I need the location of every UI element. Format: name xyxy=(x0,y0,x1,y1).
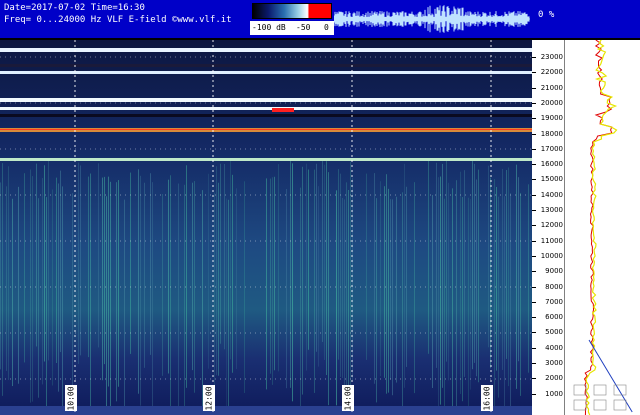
frequency-tick: 20000 xyxy=(532,99,564,108)
frequency-tick-label: 21000 xyxy=(540,83,563,92)
date-time-label: Date=2017-07-02 Time=16:30 xyxy=(4,3,145,13)
frequency-tick: 21000 xyxy=(532,84,564,93)
spectrum-profile xyxy=(564,40,640,415)
time-label: 16:00 xyxy=(481,385,493,411)
spectrogram xyxy=(0,40,532,415)
frequency-tick-label: 1000 xyxy=(545,389,563,398)
frequency-tick: 19000 xyxy=(532,114,564,123)
frequency-tick: 18000 xyxy=(532,130,564,139)
frequency-tick: 4000 xyxy=(532,344,564,353)
frequency-tick: 7000 xyxy=(532,298,564,307)
time-label: 12:00 xyxy=(203,385,215,411)
frequency-tick-label: 15000 xyxy=(540,175,563,184)
frequency-tick: 22000 xyxy=(532,68,564,77)
frequency-tick: 17000 xyxy=(532,145,564,154)
red-marker xyxy=(272,108,294,112)
frequency-tick-label: 17000 xyxy=(540,144,563,153)
waveform-strip xyxy=(334,5,530,33)
frequency-tick-label: 18000 xyxy=(540,129,563,138)
time-label-text: 10:00 xyxy=(66,386,76,411)
frequency-tick: 5000 xyxy=(532,328,564,337)
scale-label-min: -100 dB xyxy=(252,23,286,32)
frequency-tick: 1000 xyxy=(532,390,564,399)
frequency-tick-label: 10000 xyxy=(540,251,563,260)
color-scale-labels: -100 dB -50 0 xyxy=(250,21,334,35)
frequency-tick-label: 14000 xyxy=(540,190,563,199)
frequency-tick-label: 20000 xyxy=(540,98,563,107)
scale-label-mid: -50 xyxy=(296,23,311,32)
frequency-tick: 9000 xyxy=(532,267,564,276)
info-panel: Date=2017-07-02 Time=16:30 Freq= 0...240… xyxy=(0,0,240,40)
frequency-tick-label: 2000 xyxy=(545,374,563,383)
frequency-tick: 2000 xyxy=(532,374,564,383)
percent-label: 0 % xyxy=(538,10,555,20)
frequency-tick-label: 8000 xyxy=(545,282,563,291)
frequency-tick-label: 4000 xyxy=(545,343,563,352)
time-label-text: 12:00 xyxy=(204,386,214,411)
frequency-axis: 23000 22000 21000 20000 19000 18000 17000 16000… xyxy=(532,40,564,415)
time-label-text: 16:00 xyxy=(482,386,492,411)
time-label: 10:00 xyxy=(65,385,77,411)
frequency-tick-label: 6000 xyxy=(545,313,563,322)
frequency-tick-label: 5000 xyxy=(545,328,563,337)
time-label-text: 14:00 xyxy=(343,386,353,411)
frequency-tick-label: 3000 xyxy=(545,359,563,367)
frequency-tick-label: 16000 xyxy=(540,160,563,169)
frequency-tick: 15000 xyxy=(532,175,564,184)
frequency-tick: 6000 xyxy=(532,313,564,322)
time-label: 14:00 xyxy=(342,385,354,411)
frequency-tick: 3000 xyxy=(532,359,564,368)
frequency-tick: 16000 xyxy=(532,160,564,169)
frequency-tick-label: 12000 xyxy=(540,221,563,230)
color-scale-bar xyxy=(252,3,332,19)
frequency-tick: 10000 xyxy=(532,252,564,261)
frequency-tick-label: 23000 xyxy=(540,53,563,61)
frequency-tick: 13000 xyxy=(532,206,564,215)
frequency-tick-label: 7000 xyxy=(545,297,563,306)
frequency-tick: 23000 xyxy=(532,53,564,62)
frequency-tick-label: 13000 xyxy=(540,206,563,214)
frequency-tick: 11000 xyxy=(532,237,564,246)
frequency-tick-label: 11000 xyxy=(540,236,563,245)
frequency-tick: 14000 xyxy=(532,191,564,200)
frequency-tick-label: 22000 xyxy=(540,68,563,77)
header-bar: Date=2017-07-02 Time=16:30 Freq= 0...240… xyxy=(0,0,640,38)
scale-label-max: 0 xyxy=(324,23,329,32)
frequency-tick: 8000 xyxy=(532,283,564,292)
frequency-range-label: Freq= 0...24000 Hz VLF E-field ©www.vlf.… xyxy=(4,15,232,25)
frequency-tick: 12000 xyxy=(532,221,564,230)
frequency-tick-label: 9000 xyxy=(545,267,563,276)
frequency-tick-label: 19000 xyxy=(540,114,563,123)
